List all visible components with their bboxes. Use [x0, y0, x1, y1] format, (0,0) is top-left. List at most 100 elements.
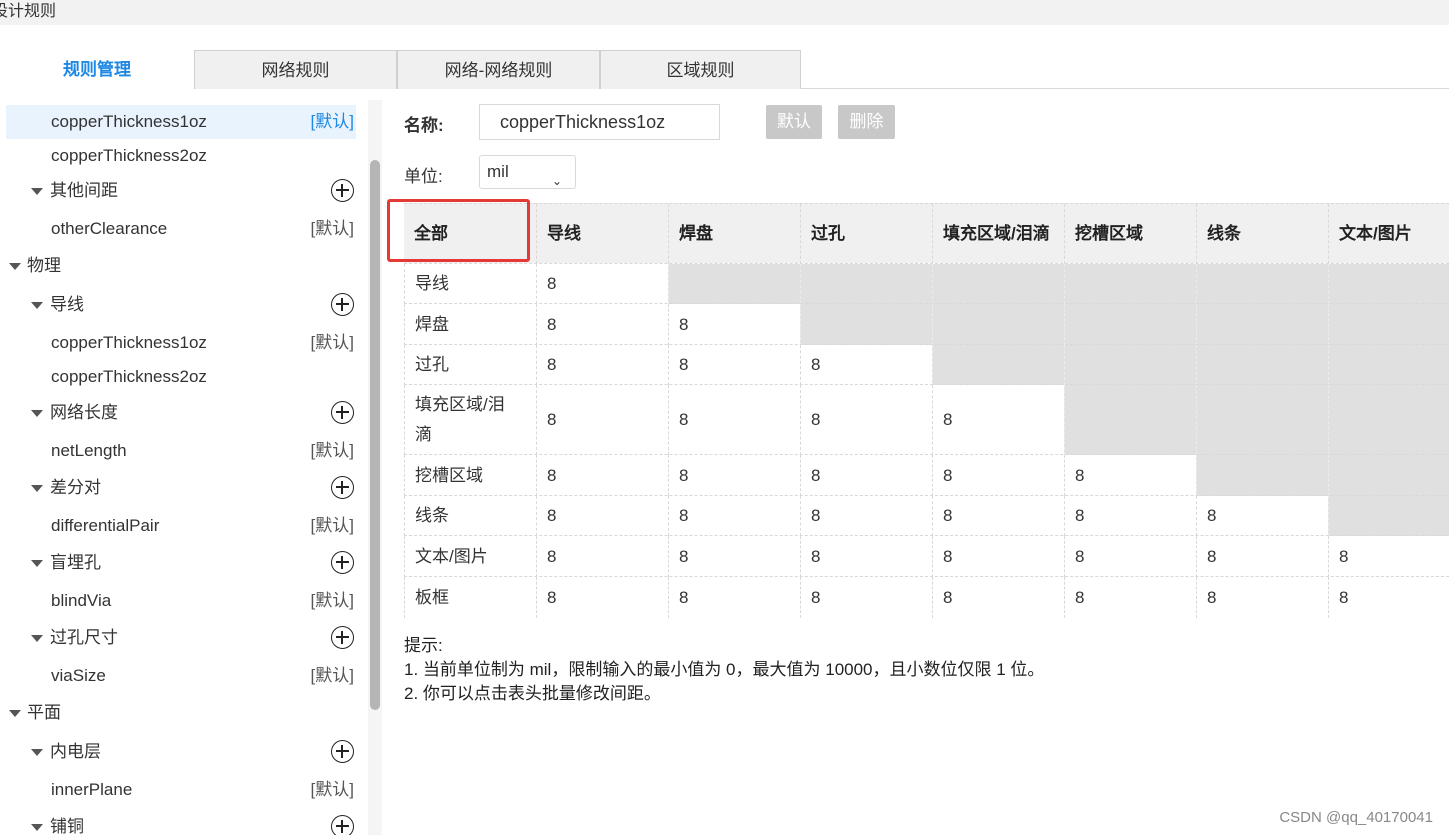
tree-item-leaf[interactable]: copperThickness1oz [默认]: [6, 105, 356, 139]
matrix-column-header[interactable]: 过孔: [800, 204, 932, 264]
add-circle-icon[interactable]: [331, 179, 354, 202]
matrix-value-cell[interactable]: 8: [1064, 536, 1196, 577]
tree-item-category[interactable]: 物理: [6, 249, 356, 283]
tab-rule-management[interactable]: 规则管理: [0, 50, 194, 90]
add-circle-icon[interactable]: [331, 626, 354, 649]
matrix-value-cell[interactable]: 8: [536, 264, 668, 304]
matrix-disabled-cell: [1064, 304, 1196, 345]
caret-down-icon[interactable]: [31, 749, 43, 756]
tree-item-group[interactable]: 其他间距: [6, 174, 356, 208]
matrix-column-header[interactable]: 线条: [1196, 204, 1328, 264]
matrix-value-cell[interactable]: 8: [668, 304, 800, 345]
add-circle-icon[interactable]: [331, 740, 354, 763]
matrix-row-header[interactable]: 板框: [404, 577, 536, 618]
matrix-column-header[interactable]: 焊盘: [668, 204, 800, 264]
matrix-value-cell[interactable]: 8: [1328, 536, 1449, 577]
caret-down-icon[interactable]: [31, 635, 43, 642]
tree-item-group[interactable]: 盲埋孔: [6, 546, 356, 580]
matrix-row-header[interactable]: 文本/图片: [404, 536, 536, 577]
tree-item-label: copperThickness2oz: [51, 146, 207, 165]
matrix-column-header[interactable]: 挖槽区域: [1064, 204, 1196, 264]
tree-item-leaf[interactable]: copperThickness2oz: [6, 139, 356, 173]
tree-item-category[interactable]: 平面: [6, 696, 356, 730]
matrix-value-cell[interactable]: 8: [536, 345, 668, 385]
matrix-value-cell[interactable]: 8: [668, 496, 800, 536]
matrix-value-cell[interactable]: 8: [932, 455, 1064, 496]
matrix-value-cell[interactable]: 8: [1328, 577, 1449, 618]
matrix-value-cell[interactable]: 8: [1196, 496, 1328, 536]
caret-down-icon[interactable]: [31, 410, 43, 417]
matrix-value-cell[interactable]: 8: [536, 385, 668, 455]
matrix-row-header[interactable]: 焊盘: [404, 304, 536, 345]
matrix-value-cell[interactable]: 8: [932, 385, 1064, 455]
matrix-value-cell[interactable]: 8: [536, 304, 668, 345]
matrix-value-cell[interactable]: 8: [800, 536, 932, 577]
add-circle-icon[interactable]: [331, 293, 354, 316]
matrix-column-header[interactable]: 文本/图片: [1328, 204, 1449, 264]
add-circle-icon[interactable]: [331, 815, 354, 835]
tab-net-rules[interactable]: 网络规则: [194, 50, 397, 89]
tree-item-leaf[interactable]: blindVia [默认]: [6, 584, 356, 618]
matrix-row-header[interactable]: 线条: [404, 496, 536, 536]
matrix-value-cell[interactable]: 8: [800, 385, 932, 455]
matrix-value-cell[interactable]: 8: [932, 536, 1064, 577]
matrix-row-header[interactable]: 填充区域/泪滴: [404, 385, 536, 455]
matrix-value-cell[interactable]: 8: [536, 577, 668, 618]
tree-item-leaf[interactable]: differentialPair [默认]: [6, 509, 356, 543]
tree-item-leaf[interactable]: copperThickness2oz: [6, 360, 356, 394]
matrix-value-cell[interactable]: 8: [1064, 496, 1196, 536]
tree-item-group[interactable]: 铺铜: [6, 810, 356, 835]
matrix-value-cell[interactable]: 8: [668, 385, 800, 455]
caret-down-icon[interactable]: [31, 188, 43, 195]
matrix-value-cell[interactable]: 8: [800, 577, 932, 618]
tree-item-group[interactable]: 内电层: [6, 735, 356, 769]
matrix-value-cell[interactable]: 8: [932, 496, 1064, 536]
caret-down-icon[interactable]: [9, 263, 21, 270]
caret-down-icon[interactable]: [9, 710, 21, 717]
matrix-value-cell[interactable]: 8: [668, 536, 800, 577]
matrix-disabled-cell: [1064, 345, 1196, 385]
matrix-value-cell[interactable]: 8: [536, 536, 668, 577]
tree-item-leaf[interactable]: netLength [默认]: [6, 434, 356, 468]
matrix-value-cell[interactable]: 8: [668, 577, 800, 618]
caret-down-icon[interactable]: [31, 302, 43, 309]
matrix-value-cell[interactable]: 8: [1196, 536, 1328, 577]
matrix-value-cell[interactable]: 8: [800, 496, 932, 536]
default-button[interactable]: 默认: [766, 105, 822, 139]
unit-select[interactable]: mil ⌄: [479, 155, 576, 189]
matrix-value-cell[interactable]: 8: [1064, 577, 1196, 618]
add-circle-icon[interactable]: [331, 551, 354, 574]
add-circle-icon[interactable]: [331, 401, 354, 424]
tree-item-leaf[interactable]: copperThickness1oz [默认]: [6, 326, 356, 360]
tree-item-group[interactable]: 差分对: [6, 471, 356, 505]
caret-down-icon[interactable]: [31, 485, 43, 492]
matrix-value-cell[interactable]: 8: [536, 496, 668, 536]
tree-item-leaf[interactable]: otherClearance [默认]: [6, 212, 356, 246]
tree-scrollbar-thumb[interactable]: [370, 160, 380, 710]
tree-item-leaf[interactable]: viaSize [默认]: [6, 659, 356, 693]
caret-down-icon[interactable]: [31, 824, 43, 831]
matrix-value-cell[interactable]: 8: [668, 345, 800, 385]
matrix-value-cell[interactable]: 8: [1064, 455, 1196, 496]
matrix-value-cell[interactable]: 8: [932, 577, 1064, 618]
add-circle-icon[interactable]: [331, 476, 354, 499]
matrix-column-header[interactable]: 导线: [536, 204, 668, 264]
tree-item-group[interactable]: 导线: [6, 288, 356, 322]
matrix-value-cell[interactable]: 8: [1196, 577, 1328, 618]
matrix-value-cell[interactable]: 8: [668, 455, 800, 496]
matrix-value-cell[interactable]: 8: [800, 345, 932, 385]
rule-name-input[interactable]: copperThickness1oz: [479, 104, 720, 140]
matrix-column-header[interactable]: 填充区域/泪滴: [932, 204, 1064, 264]
matrix-row-header[interactable]: 挖槽区域: [404, 455, 536, 496]
tree-item-group[interactable]: 过孔尺寸: [6, 621, 356, 655]
caret-down-icon[interactable]: [31, 560, 43, 567]
delete-button[interactable]: 删除: [838, 105, 895, 139]
matrix-value-cell[interactable]: 8: [800, 455, 932, 496]
matrix-row-header[interactable]: 过孔: [404, 345, 536, 385]
matrix-row-header[interactable]: 导线: [404, 264, 536, 304]
tree-item-group[interactable]: 网络长度: [6, 396, 356, 430]
tab-region-rules[interactable]: 区域规则: [600, 50, 801, 89]
tree-item-leaf[interactable]: innerPlane [默认]: [6, 773, 356, 807]
tab-net-to-net-rules[interactable]: 网络-网络规则: [397, 50, 600, 89]
matrix-value-cell[interactable]: 8: [536, 455, 668, 496]
